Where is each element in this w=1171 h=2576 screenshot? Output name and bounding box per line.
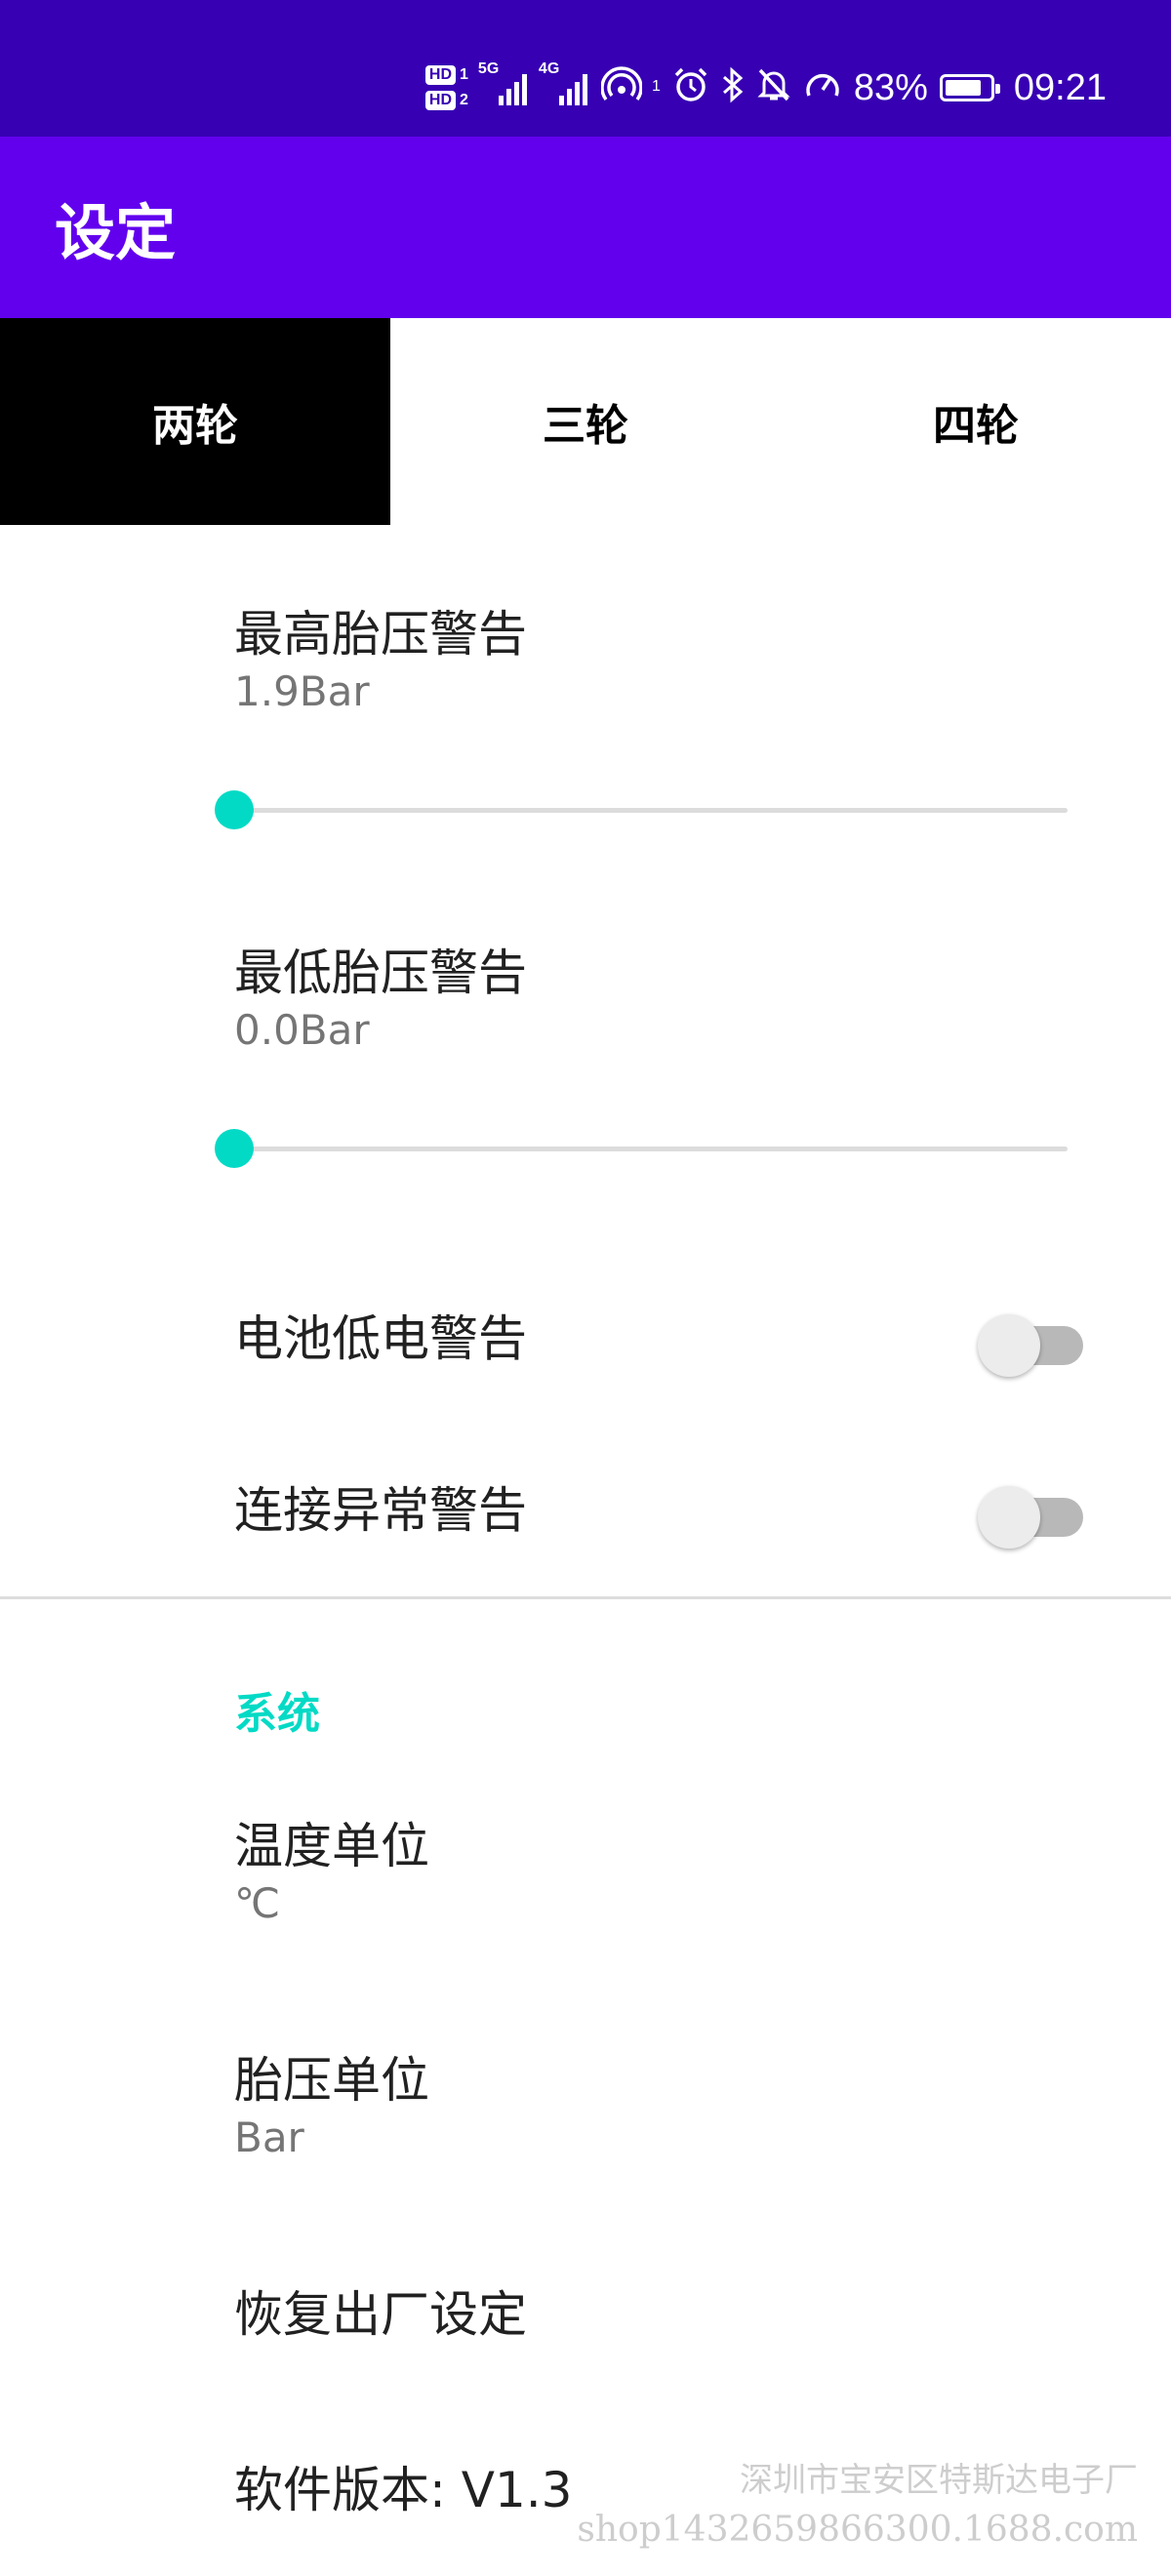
hotspot-icon: 1 — [600, 66, 661, 109]
pref-max-pressure-title: 最高胎压警告 — [234, 606, 527, 663]
battery-level — [945, 80, 982, 96]
hd-badge-1: HD — [424, 65, 457, 85]
wheel-type-tabs: 两轮 三轮 四轮 — [0, 318, 1171, 525]
mute-icon — [756, 66, 791, 109]
pref-max-pressure-value: 1.9Bar — [234, 667, 370, 715]
battery-percent: 83% — [853, 66, 928, 108]
signal-5g-icon: 5G — [478, 60, 529, 105]
connection-error-switch-thumb — [978, 1486, 1040, 1549]
speed-icon — [803, 66, 842, 109]
pref-connection-error-title: 连接异常警告 — [234, 1482, 527, 1539]
tab-two-wheel[interactable]: 两轮 — [0, 318, 390, 525]
status-icons: HD 1 HD 2 5G 4G 1 83% 09:21 — [424, 49, 1107, 127]
signal-4g-label: 4G — [538, 60, 560, 77]
battery-low-switch[interactable] — [978, 1305, 1083, 1377]
pref-min-pressure-value: 0.0Bar — [234, 1006, 370, 1054]
min-pressure-slider-thumb[interactable] — [215, 1129, 254, 1168]
pref-pressure-unit-title: 胎压单位 — [234, 2052, 429, 2109]
pref-min-pressure-title: 最低胎压警告 — [234, 945, 527, 1001]
pref-factory-reset-title: 恢复出厂设定 — [234, 2286, 527, 2343]
battery-icon — [939, 74, 1000, 101]
hotspot-count: 1 — [651, 78, 661, 95]
pref-min-pressure[interactable]: 最低胎压警告 0.0Bar — [234, 944, 1093, 1055]
signal-4g-icon: 4G — [539, 60, 589, 105]
max-pressure-slider-track[interactable] — [234, 808, 1068, 813]
pref-connection-error[interactable]: 连接异常警告 — [234, 1481, 1093, 1540]
hd-badge-2: HD — [424, 91, 457, 110]
hd-num-1: 1 — [460, 66, 468, 83]
min-pressure-slider[interactable] — [213, 1129, 1068, 1168]
pref-pressure-unit[interactable]: 胎压单位 Bar — [234, 2051, 1093, 2162]
max-pressure-slider[interactable] — [213, 790, 1068, 829]
page-title: 设定 — [55, 197, 177, 268]
battery-low-switch-thumb — [978, 1314, 1040, 1377]
tab-three-wheel[interactable]: 三轮 — [390, 318, 781, 525]
tab-four-wheel[interactable]: 四轮 — [781, 318, 1171, 525]
section-divider — [0, 1596, 1171, 1599]
pref-temp-unit[interactable]: 温度单位 ℃ — [234, 1817, 1093, 1928]
clock: 09:21 — [1013, 66, 1107, 108]
alarm-icon — [672, 66, 709, 109]
watermark-shop-url: shop1432659866300.1688.com — [577, 2510, 1138, 2550]
max-pressure-slider-thumb[interactable] — [215, 790, 254, 829]
app-bar: 设定 — [0, 137, 1171, 318]
min-pressure-slider-track[interactable] — [234, 1147, 1068, 1151]
hd-icon: HD 1 HD 2 — [424, 65, 468, 110]
connection-error-switch[interactable] — [978, 1476, 1083, 1549]
pref-battery-low-title: 电池低电警告 — [234, 1310, 527, 1367]
hd-num-2: 2 — [460, 92, 468, 108]
pref-pressure-unit-value: Bar — [234, 2113, 304, 2161]
watermark-shop-name: 深圳市宝安区特斯达电子厂 — [740, 2461, 1138, 2500]
signal-5g-label: 5G — [477, 60, 500, 77]
pref-max-pressure[interactable]: 最高胎压警告 1.9Bar — [234, 605, 1093, 716]
category-system: 系统 — [234, 1689, 320, 1739]
pref-temp-unit-title: 温度单位 — [234, 1818, 429, 1874]
pref-temp-unit-value: ℃ — [234, 1879, 281, 1927]
pref-factory-reset[interactable]: 恢复出厂设定 — [234, 2285, 1093, 2344]
bluetooth-icon — [721, 66, 745, 109]
pref-battery-low[interactable]: 电池低电警告 — [234, 1309, 1093, 1368]
status-bar: HD 1 HD 2 5G 4G 1 83% 09:21 — [0, 0, 1171, 137]
